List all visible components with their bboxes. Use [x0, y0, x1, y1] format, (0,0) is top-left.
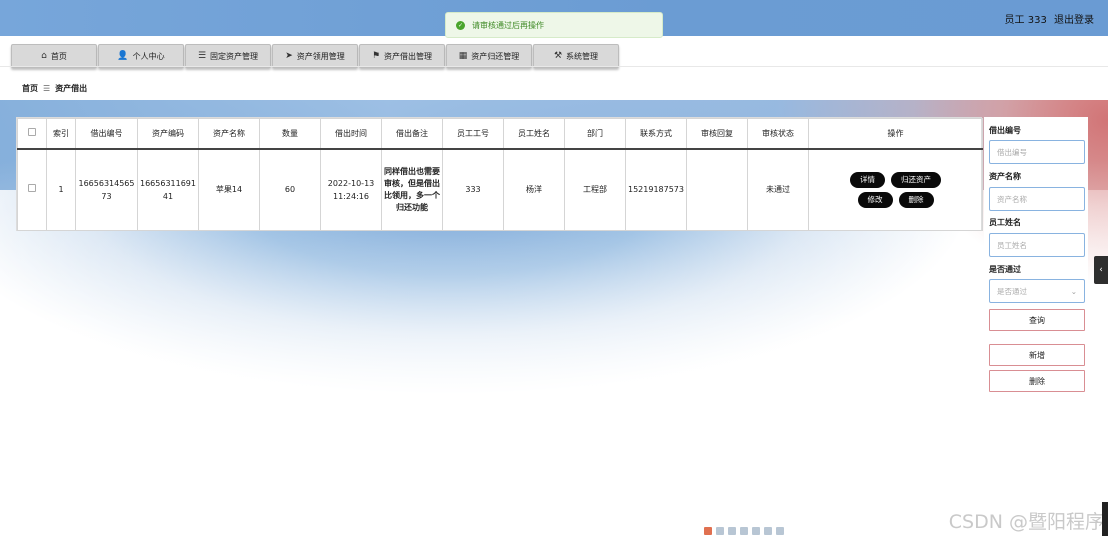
- nav-item-2[interactable]: ☰ 固定资产管理: [185, 44, 271, 68]
- nav-item-label: 固定资产管理: [210, 51, 259, 61]
- delete-row-button[interactable]: 删除: [898, 191, 934, 208]
- cell-asset-code: 1665631169141: [137, 148, 199, 231]
- tray-icon: [740, 527, 748, 535]
- nav-item-3[interactable]: ➤ 资产领用管理: [272, 44, 358, 68]
- list-icon: ☰: [197, 51, 207, 61]
- column-header: 资产名称: [198, 118, 260, 150]
- toast-text: 请审核通过后再操作: [472, 20, 544, 30]
- cell-reply: [686, 148, 748, 231]
- flag-icon: ⚑: [371, 51, 381, 61]
- nav-item-label: 资产归还管理: [471, 51, 520, 61]
- tray-icon: [704, 527, 712, 535]
- nav-item-1[interactable]: 👤 个人中心: [98, 44, 184, 68]
- tool-icon: ⚒: [553, 51, 563, 61]
- asset-name-input[interactable]: 资产名称: [989, 187, 1085, 211]
- cell-loan-no: 1665631456573: [75, 148, 138, 231]
- passed-select[interactable]: 是否通过 ⌄: [989, 279, 1085, 303]
- edge-strip: [1102, 502, 1108, 536]
- nav-item-5[interactable]: ▦ 资产归还管理: [446, 44, 532, 68]
- cell-asset-name: 苹果14: [198, 148, 260, 231]
- column-header: 数量: [259, 118, 321, 150]
- chevron-down-icon: ⌄: [1070, 286, 1077, 296]
- main-nav: ⌂ 首页 👤 个人中心 ☰ 固定资产管理 ➤ 资产领用管理 ⚑ 资产借出管理 ▦ 资产归还管理 ⚒ 系统管…: [11, 44, 620, 68]
- column-header: 操作: [808, 118, 983, 150]
- column-header: 借出编号: [75, 118, 138, 150]
- nav-item-label: 首页: [50, 51, 67, 61]
- search-panel: 借出编号 借出编号 资产名称 资产名称 员工姓名 员工姓名 是否通过 是否通过 …: [984, 117, 1088, 399]
- user-icon: 👤: [117, 51, 129, 61]
- column-header: 员工姓名: [503, 118, 565, 150]
- edit-button[interactable]: 修改: [857, 191, 893, 208]
- cell-qty: 60: [259, 148, 321, 231]
- table-header-row: 索引 借出编号 资产编码 资产名称 数量 借出时间 借出备注 员工工号 员工姓名 部门 联系方式 审核…: [17, 118, 983, 150]
- breadcrumb-home[interactable]: 首页: [22, 84, 38, 93]
- cell-remark: 同样借出也需要审核，但是借出比领用，多一个归还功能: [381, 148, 443, 231]
- column-header: 审核状态: [747, 118, 809, 150]
- nav-item-4[interactable]: ⚑ 资产借出管理: [359, 44, 445, 68]
- home-icon: ⌂: [41, 51, 47, 61]
- nav-item-label: 个人中心: [132, 51, 165, 61]
- nav-item-0[interactable]: ⌂ 首页: [11, 44, 97, 68]
- table-row: 1 1665631456573 1665631169141 苹果14 60 20…: [17, 148, 983, 231]
- passed-label: 是否通过: [989, 265, 1021, 274]
- chevron-left-icon[interactable]: ‹: [1094, 256, 1108, 284]
- tray-icon: [716, 527, 724, 535]
- detail-button[interactable]: 详情: [850, 171, 885, 188]
- cell-emp-no: 333: [442, 148, 504, 231]
- grid-icon: ▦: [458, 51, 468, 61]
- passed-select-value: 是否通过: [997, 286, 1027, 296]
- asset-name-label: 资产名称: [989, 172, 1021, 181]
- breadcrumb-current: 资产借出: [55, 84, 88, 93]
- column-header: 联系方式: [625, 118, 687, 150]
- tray-icon: [752, 527, 760, 535]
- tray-icon: [764, 527, 772, 535]
- batch-delete-button[interactable]: 删除: [989, 370, 1085, 392]
- loan-no-input[interactable]: 借出编号: [989, 140, 1085, 164]
- loan-no-label: 借出编号: [989, 126, 1021, 135]
- column-header: 资产编码: [137, 118, 199, 150]
- nav-item-label: 资产借出管理: [384, 51, 433, 61]
- breadcrumb: 首页 ☰ 资产借出: [22, 83, 87, 94]
- add-button[interactable]: 新增: [989, 344, 1085, 366]
- column-header: 索引: [46, 118, 76, 150]
- row-checkbox[interactable]: [17, 148, 47, 231]
- column-header: 借出备注: [381, 118, 443, 150]
- user-info: 员工 333 退出登录: [1001, 11, 1094, 26]
- cell-ops: 详情 归还资产 修改 删除: [808, 148, 983, 231]
- send-icon: ➤: [285, 51, 293, 61]
- column-header: 部门: [564, 118, 626, 150]
- cell-loan-time: 2022-10-13 11:24:16: [320, 148, 382, 231]
- return-asset-button[interactable]: 归还资产: [891, 171, 941, 188]
- user-greeting: 员工 333: [1004, 15, 1047, 26]
- logout-link[interactable]: 退出登录: [1054, 15, 1094, 26]
- column-header: 员工工号: [442, 118, 504, 150]
- cell-index: 1: [46, 148, 76, 231]
- tray-icon: [776, 527, 784, 535]
- success-icon: ✓: [456, 20, 465, 30]
- nav-item-label: 系统管理: [566, 51, 599, 61]
- nav-item-6[interactable]: ⚒ 系统管理: [533, 44, 619, 68]
- column-header: 审核回复: [686, 118, 748, 150]
- divider: [0, 66, 1108, 67]
- cell-emp-name: 杨洋: [503, 148, 565, 231]
- emp-name-label: 员工姓名: [989, 218, 1021, 227]
- cell-phone: 15219187573: [625, 148, 687, 231]
- breadcrumb-separator-icon: ☰: [43, 84, 51, 93]
- select-all-checkbox[interactable]: [17, 118, 47, 150]
- toast-message: ✓ 请审核通过后再操作: [445, 12, 663, 38]
- tray-icons: [704, 527, 784, 535]
- query-button[interactable]: 查询: [989, 309, 1085, 331]
- column-header: 借出时间: [320, 118, 382, 150]
- loan-table: 索引 借出编号 资产编码 资产名称 数量 借出时间 借出备注 员工工号 员工姓名 部门 联系方式 审核…: [16, 117, 983, 231]
- cell-status: 未通过: [747, 148, 809, 231]
- watermark: CSDN @暨阳程序: [948, 511, 1104, 533]
- emp-name-input[interactable]: 员工姓名: [989, 233, 1085, 257]
- tray-icon: [728, 527, 736, 535]
- nav-area: ⌂ 首页 👤 个人中心 ☰ 固定资产管理 ➤ 资产领用管理 ⚑ 资产借出管理 ▦ 资产归还管理 ⚒ 系统管…: [0, 36, 1108, 100]
- nav-item-label: 资产领用管理: [296, 51, 345, 61]
- cell-dept: 工程部: [564, 148, 626, 231]
